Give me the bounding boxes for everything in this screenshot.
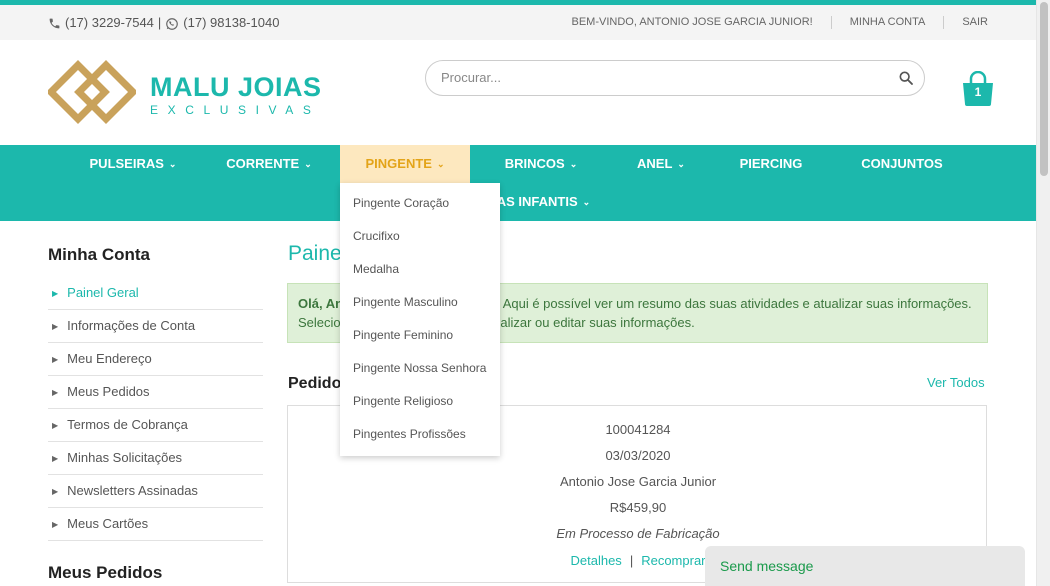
sidebar-item-label: Painel Geral <box>67 285 139 300</box>
nav-label: CONJUNTOS <box>861 156 943 171</box>
caret-right-icon: ▶ <box>52 289 59 298</box>
caret-right-icon: ▶ <box>52 421 59 430</box>
logo-diamond-icon[interactable] <box>46 60 138 125</box>
chevron-down-icon: ⌄ <box>677 159 685 169</box>
my-account-link[interactable]: MINHA CONTA <box>830 16 944 29</box>
nav-item-conjuntos[interactable]: CONJUNTOS <box>837 145 967 183</box>
whatsapp-number: (17) 98138-1040 <box>183 15 280 31</box>
nav-item-pulseiras[interactable]: PULSEIRAS ⌄ <box>68 145 198 183</box>
chevron-down-icon: ⌄ <box>582 197 591 207</box>
logout-link[interactable]: SAIR <box>943 16 988 29</box>
welcome-message: BEM-VINDO, ANTONIO JOSE GARCIA JUNIOR! <box>571 16 813 28</box>
cart-button[interactable]: 1 <box>961 70 995 107</box>
dropdown-item-pingentes-profissoes[interactable]: Pingentes Profissões <box>340 418 500 451</box>
sidebar-item-meus-pedidos[interactable]: ▶ Meus Pedidos <box>48 376 263 409</box>
nav-label: BRINCOS <box>504 156 565 171</box>
sidebar-item-informacoes-de-conta[interactable]: ▶ Informações de Conta <box>48 310 263 343</box>
order-details-link[interactable]: Detalhes <box>571 553 622 568</box>
dropdown-item-pingente-religioso[interactable]: Pingente Religioso <box>340 385 500 418</box>
order-actions-separator: | <box>629 553 634 568</box>
dropdown-item-crucifixo[interactable]: Crucifixo <box>340 220 500 253</box>
sidebar-item-newsletters-assinadas[interactable]: ▶ Newsletters Assinadas <box>48 475 263 508</box>
dropdown-item-medalha[interactable]: Medalha <box>340 253 500 286</box>
sidebar-orders-title: Meus Pedidos <box>48 563 163 582</box>
dropdown-item-pingente-nossa-senhora[interactable]: Pingente Nossa Senhora <box>340 352 500 385</box>
order-status: Em Processo de Fabricação <box>556 526 720 541</box>
topbar: (17) 3229-7544 | (17) 98138-1040 BEM-VIN… <box>0 5 1036 40</box>
cart-count: 1 <box>974 85 982 99</box>
dropdown-item-pingente-masculino[interactable]: Pingente Masculino <box>340 286 500 319</box>
caret-right-icon: ▶ <box>52 487 59 496</box>
phone-icon <box>48 15 61 30</box>
search-input[interactable] <box>441 70 861 85</box>
search-icon[interactable] <box>898 70 914 91</box>
nav-label: PINGENTE <box>365 156 432 171</box>
pingente-dropdown-menu: Pingente Coração Crucifixo Medalha Pinge… <box>340 183 500 456</box>
account-links: BEM-VINDO, ANTONIO JOSE GARCIA JUNIOR! M… <box>554 16 988 29</box>
nav-label: CORRENTE <box>226 156 300 171</box>
nav-item-corrente[interactable]: CORRENTE ⌄ <box>204 145 334 183</box>
sidebar-item-meu-endereco[interactable]: ▶ Meu Endereço <box>48 343 263 376</box>
caret-right-icon: ▶ <box>52 388 59 397</box>
scrollbar-thumb[interactable] <box>1040 2 1048 176</box>
chevron-down-icon: ⌄ <box>304 159 312 169</box>
sidebar-item-label: Meu Endereço <box>67 351 152 366</box>
sidebar-item-minhas-solicitacoes[interactable]: ▶ Minhas Solicitações <box>48 442 263 475</box>
order-customer: Antonio Jose Garcia Junior <box>559 474 717 489</box>
order-total: R$459,90 <box>609 500 667 515</box>
nav-item-pingente[interactable]: PINGENTE ⌄ <box>340 145 470 183</box>
nav-label: ANEL <box>637 156 673 171</box>
sidebar-item-termos-de-cobranca[interactable]: ▶ Termos de Cobrança <box>48 409 263 442</box>
dropdown-item-pingente-feminino[interactable]: Pingente Feminino <box>340 319 500 352</box>
chevron-down-icon: ⌄ <box>436 159 445 169</box>
sidebar-item-label: Minhas Solicitações <box>67 450 183 465</box>
page-scrollbar[interactable] <box>1036 0 1050 586</box>
chevron-down-icon: ⌄ <box>168 159 177 169</box>
nav-item-piercing[interactable]: PIERCING <box>706 145 836 183</box>
sidebar-item-label: Newsletters Assinadas <box>67 483 198 498</box>
phone-number: (17) 3229-7544 <box>65 15 154 31</box>
sidebar-item-label: Meus Pedidos <box>67 384 150 399</box>
chat-widget-button[interactable]: Send message <box>705 546 1025 586</box>
nav-label: PIERCING <box>739 156 803 171</box>
whatsapp-icon <box>165 15 179 31</box>
sidebar-item-painel-geral[interactable]: ▶ Painel Geral <box>48 277 263 310</box>
main-navigation: PULSEIRAS ⌄ CORRENTE ⌄ PINGENTE ⌄ BRINCOS ⌄ … <box>0 145 1036 221</box>
view-all-link[interactable]: Ver Todos <box>927 375 985 390</box>
sidebar-title: Minha Conta <box>48 245 150 264</box>
logo-title: MALU JOIAS <box>150 72 322 102</box>
chevron-down-icon: ⌄ <box>569 159 578 169</box>
sidebar-item-label: Meus Cartões <box>67 516 149 531</box>
dropdown-item-pingente-coracao[interactable]: Pingente Coração <box>340 187 500 220</box>
account-sidebar: Minha Conta ▶ Painel Geral ▶ Informações d… <box>48 245 263 583</box>
caret-right-icon: ▶ <box>52 322 59 331</box>
search-bar <box>425 60 925 96</box>
header: MALU JOIAS EXCLUSIVAS 1 <box>0 40 1036 145</box>
contact-separator: | <box>157 15 162 31</box>
caret-right-icon: ▶ <box>52 355 59 364</box>
order-reorder-link[interactable]: Recomprar <box>641 553 705 568</box>
logo[interactable]: MALU JOIAS EXCLUSIVAS <box>150 73 322 117</box>
nav-label: PULSEIRAS <box>89 156 164 171</box>
sidebar-item-label: Informações de Conta <box>67 318 196 333</box>
nav-item-brincos[interactable]: BRINCOS ⌄ <box>476 145 606 183</box>
caret-right-icon: ▶ <box>52 454 59 463</box>
contact-info: (17) 3229-7544 | (17) 98138-1040 <box>48 15 279 31</box>
caret-right-icon: ▶ <box>52 520 59 529</box>
sidebar-item-meus-cartoes[interactable]: ▶ Meus Cartões <box>48 508 263 541</box>
logo-subtitle: EXCLUSIVAS <box>150 103 321 117</box>
sidebar-item-label: Termos de Cobrança <box>67 417 188 432</box>
